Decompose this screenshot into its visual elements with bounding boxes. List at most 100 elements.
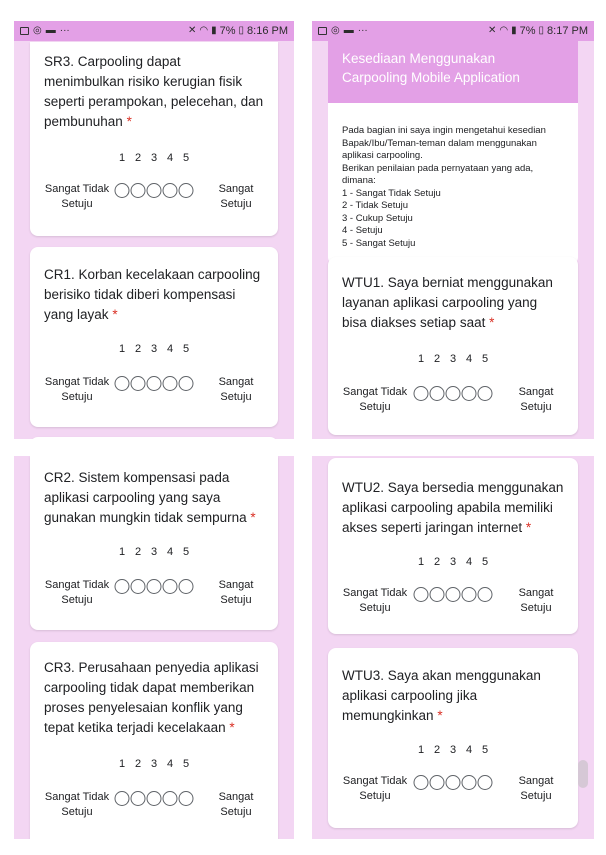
radio-option-1[interactable] <box>413 386 429 401</box>
linear-scale: Sangat Tidak Setuju Sangat Setuju <box>328 586 578 618</box>
radio-option-1[interactable] <box>114 791 130 806</box>
linear-scale: Sangat Tidak Setuju Sangat Setuju <box>328 774 578 806</box>
screenshot-2: ◎ ▬ ··· ✕ ◠ ▮ 7% ▯ 8:17 PM Kesediaan Men… <box>312 21 594 439</box>
radio-group <box>413 386 493 401</box>
clock: 8:16 PM <box>247 25 288 37</box>
radio-option-5[interactable] <box>178 376 194 391</box>
radio-option-4[interactable] <box>461 386 477 401</box>
whatsapp-icon: ◎ <box>33 25 42 36</box>
notification-icon: ▬ <box>343 25 354 36</box>
question-card: CR2. Sistem kompensasi pada aplikasi car… <box>30 456 278 630</box>
radio-option-5[interactable] <box>178 579 194 594</box>
question-text: CR3. Perusahaan penyedia aplikasi carpoo… <box>44 660 259 735</box>
linear-scale: Sangat Tidak Setuju Sangat Setuju <box>328 385 578 417</box>
question-text: WTU2. Saya bersedia menggunakan aplikasi… <box>342 480 564 535</box>
required-asterisk: * <box>525 520 532 535</box>
question-text: WTU1. Saya berniat menggunakan layanan a… <box>342 275 553 330</box>
scale-max-label: Sangat Setuju <box>218 791 254 818</box>
more-icon: ··· <box>357 25 368 36</box>
scale-max-label: Sangat Setuju <box>518 775 554 802</box>
required-asterisk: * <box>112 307 118 322</box>
radio-option-5[interactable] <box>178 183 194 198</box>
question-card: WTU3. Saya akan menggunakan aplikasi car… <box>328 648 578 828</box>
radio-option-2[interactable] <box>429 587 445 602</box>
scale-min-label: Sangat Tidak Setuju <box>44 376 110 403</box>
radio-option-2[interactable] <box>130 183 146 198</box>
mute-icon: ✕ <box>187 25 197 36</box>
radio-option-4[interactable] <box>461 587 477 602</box>
radio-option-2[interactable] <box>429 386 445 401</box>
radio-option-1[interactable] <box>114 579 130 594</box>
scale-max-label: Sangat Setuju <box>218 579 254 606</box>
radio-option-2[interactable] <box>429 775 445 790</box>
radio-option-2[interactable] <box>130 791 146 806</box>
question-card-partial <box>30 437 278 439</box>
more-icon: ··· <box>59 25 70 36</box>
wifi-icon: ◠ <box>199 25 209 36</box>
scale-min-label: Sangat Tidak Setuju <box>44 579 110 606</box>
screenshot-4: WTU2. Saya bersedia menggunakan aplikasi… <box>312 456 594 839</box>
clock: 8:17 PM <box>547 25 588 37</box>
linear-scale: Sangat Tidak Setuju Sangat Setuju <box>30 375 278 407</box>
linear-scale: Sangat Tidak Setuju Sangat Setuju <box>30 578 278 610</box>
question-card: WTU2. Saya bersedia menggunakan aplikasi… <box>328 458 578 634</box>
required-asterisk: * <box>126 114 132 129</box>
radio-option-4[interactable] <box>162 791 178 806</box>
scale-min-label: Sangat Tidak Setuju <box>342 775 408 802</box>
linear-scale: Sangat Tidak Setuju Sangat Setuju <box>30 790 278 822</box>
radio-option-2[interactable] <box>130 579 146 594</box>
scale-numbers: 12345 <box>118 758 190 770</box>
gallery-icon <box>318 27 327 35</box>
scale-max-label: Sangat Setuju <box>218 183 254 210</box>
radio-option-4[interactable] <box>162 376 178 391</box>
scale-numbers: 12345 <box>417 353 489 365</box>
radio-option-3[interactable] <box>146 376 162 391</box>
screenshot-1: ◎ ▬ ··· ✕ ◠ ▮ 7% ▯ 8:16 PM SR3. Carpooli… <box>14 21 294 439</box>
question-text: WTU3. Saya akan menggunakan aplikasi car… <box>342 668 541 723</box>
radio-option-4[interactable] <box>461 775 477 790</box>
question-card: WTU1. Saya berniat menggunakan layanan a… <box>328 257 578 435</box>
question-card: CR3. Perusahaan penyedia aplikasi carpoo… <box>30 642 278 839</box>
scrollbar-thumb[interactable] <box>578 760 588 788</box>
radio-option-3[interactable] <box>146 183 162 198</box>
notification-icon: ▬ <box>45 25 56 36</box>
screenshot-3: CR2. Sistem kompensasi pada aplikasi car… <box>14 456 294 839</box>
radio-group <box>114 183 194 198</box>
radio-option-5[interactable] <box>477 775 493 790</box>
radio-option-1[interactable] <box>114 183 130 198</box>
status-bar: ◎ ▬ ··· ✕ ◠ ▮ 7% ▯ 8:16 PM <box>14 21 294 41</box>
scale-max-label: Sangat Setuju <box>218 376 254 403</box>
scale-numbers: 12345 <box>118 152 190 164</box>
status-bar: ◎ ▬ ··· ✕ ◠ ▮ 7% ▯ 8:17 PM <box>312 21 594 41</box>
radio-group <box>114 791 194 806</box>
radio-option-3[interactable] <box>445 386 461 401</box>
radio-option-1[interactable] <box>413 587 429 602</box>
wifi-icon: ◠ <box>499 25 509 36</box>
required-asterisk: * <box>489 315 495 330</box>
radio-option-5[interactable] <box>178 791 194 806</box>
radio-option-3[interactable] <box>146 579 162 594</box>
required-asterisk: * <box>229 720 235 735</box>
scale-max-label: Sangat Setuju <box>518 386 554 413</box>
mute-icon: ✕ <box>487 25 497 36</box>
scale-numbers: 12345 <box>118 343 190 355</box>
battery-percent: 7% <box>219 25 236 37</box>
radio-option-5[interactable] <box>477 587 493 602</box>
radio-option-1[interactable] <box>413 775 429 790</box>
radio-option-4[interactable] <box>162 579 178 594</box>
gallery-icon <box>20 27 29 35</box>
scale-numbers: 12345 <box>118 546 190 558</box>
scale-min-label: Sangat Tidak Setuju <box>44 791 110 818</box>
scale-min-label: Sangat Tidak Setuju <box>342 587 408 614</box>
scale-numbers: 12345 <box>417 744 489 756</box>
radio-option-4[interactable] <box>162 183 178 198</box>
radio-option-3[interactable] <box>445 587 461 602</box>
radio-option-1[interactable] <box>114 376 130 391</box>
radio-option-3[interactable] <box>445 775 461 790</box>
radio-option-2[interactable] <box>130 376 146 391</box>
scale-min-label: Sangat Tidak Setuju <box>342 386 408 413</box>
radio-option-3[interactable] <box>146 791 162 806</box>
radio-option-5[interactable] <box>477 386 493 401</box>
whatsapp-icon: ◎ <box>331 25 340 36</box>
radio-group <box>413 587 493 602</box>
